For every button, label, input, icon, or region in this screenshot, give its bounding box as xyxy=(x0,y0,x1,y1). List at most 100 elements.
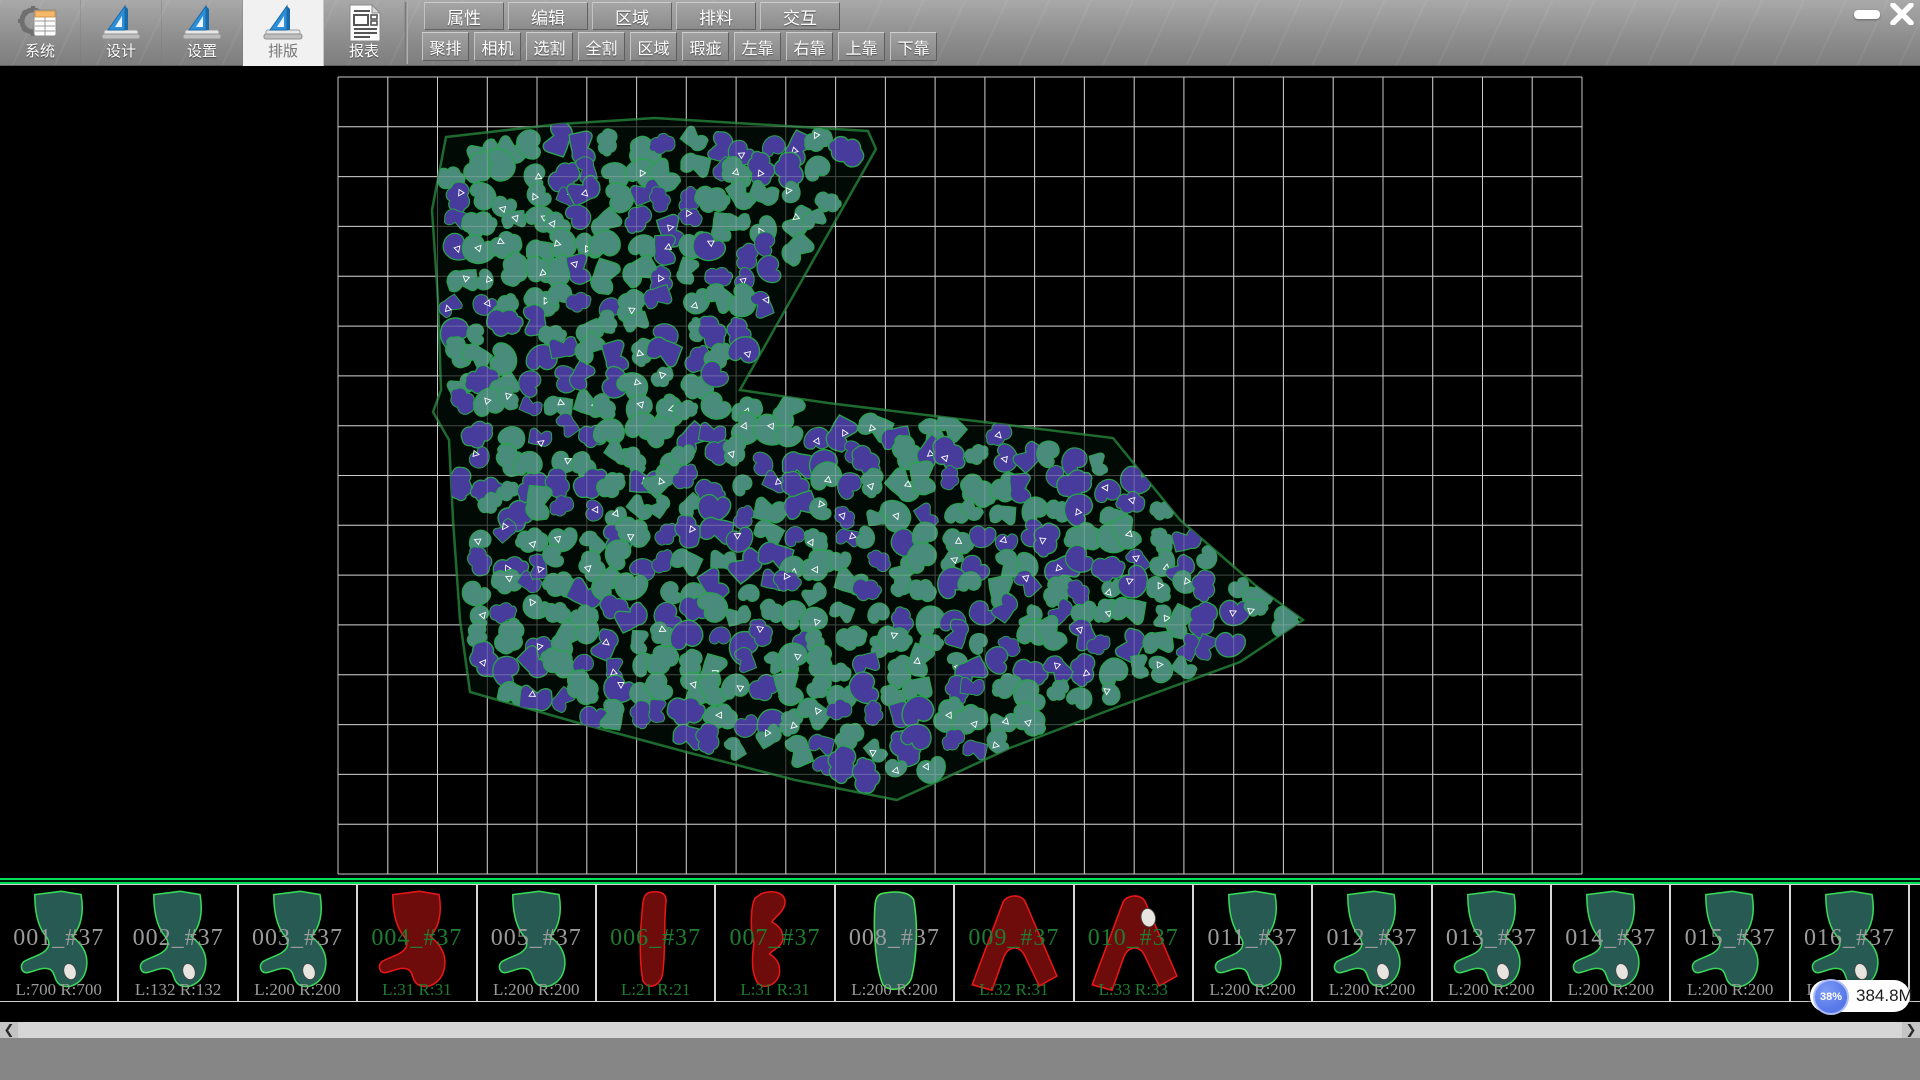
menu-button-1[interactable]: 属性 xyxy=(424,2,504,30)
menu-button-5[interactable]: 交互 xyxy=(760,2,840,30)
design-ruler-icon xyxy=(98,3,144,43)
menu-button-4[interactable]: 排料 xyxy=(676,2,756,30)
piece-lr-count: L:200 R:200 xyxy=(239,980,356,1000)
piece-thumbnail-10[interactable]: 010_#37 L:33 R:33 xyxy=(1075,885,1194,1001)
piece-thumbnail-strip: 001_#37L:700 R:700002_#37L:132 R:132003_… xyxy=(0,878,1920,1003)
piece-lr-count: L:200 R:200 xyxy=(1194,980,1311,1000)
piece-name: 009_#37 xyxy=(955,925,1072,952)
mode-button-5[interactable]: 报表 xyxy=(324,0,405,66)
main-toolbar: 系统 设计 设置 排版 报表 属性编辑区域排料交互 聚排相机选割全割区域瑕疵左靠… xyxy=(0,0,1920,66)
tool-button-5[interactable]: 区域 xyxy=(630,32,677,61)
piece-thumbnail-8[interactable]: 008_#37 L:200 R:200 xyxy=(836,885,955,1001)
piece-name: 005_#37 xyxy=(478,925,595,952)
nesting-canvas[interactable] xyxy=(0,66,1920,878)
mode-button-label: 报表 xyxy=(349,43,379,61)
system-gear-icon xyxy=(18,3,62,43)
piece-lr-count: L:200 R:200 xyxy=(1313,980,1430,1000)
piece-lr-count: L:200 R:200 xyxy=(1671,980,1788,1000)
piece-name: 010_#37 xyxy=(1075,925,1192,952)
piece-thumbnail-7[interactable]: 007_#37 L:31 R:31 xyxy=(716,885,835,1001)
menu-button-3[interactable]: 区域 xyxy=(592,2,672,30)
piece-name: 012_#37 xyxy=(1313,925,1430,952)
mode-button-row: 系统 设计 设置 排版 报表 xyxy=(0,0,405,66)
nesting-ruler-icon xyxy=(260,3,306,43)
piece-lr-count: L:21 R:21 xyxy=(597,980,714,1000)
piece-thumbnail-15[interactable]: 015_#37 L:200 R:200 xyxy=(1671,885,1790,1001)
horizontal-scrollbar[interactable]: ❮ ❯ xyxy=(0,1022,1920,1038)
piece-thumbnail-2[interactable]: 002_#37 L:132 R:132 xyxy=(119,885,238,1001)
thumbnail-tiles: 001_#37L:700 R:700002_#37L:132 R:132003_… xyxy=(0,884,1920,1002)
piece-lr-count: L:200 R:200 xyxy=(836,980,953,1000)
piece-lr-count: L:31 R:31 xyxy=(716,980,833,1000)
piece-lr-count: L:31 R:31 xyxy=(358,980,475,1000)
piece-name: 014_#37 xyxy=(1552,925,1669,952)
piece-name: 008_#37 xyxy=(836,925,953,952)
piece-thumbnail-6[interactable]: 006_#37 L:21 R:21 xyxy=(597,885,716,1001)
settings-ruler-icon xyxy=(179,3,225,43)
piece-name: 003_#37 xyxy=(239,925,356,952)
piece-thumbnail-14[interactable]: 014_#37 L:200 R:200 xyxy=(1552,885,1671,1001)
tool-button-1[interactable]: 聚排 xyxy=(422,32,469,61)
status-bar xyxy=(0,1038,1920,1080)
minimize-icon[interactable] xyxy=(1854,10,1880,19)
piece-name: 002_#37 xyxy=(119,925,236,952)
piece-thumbnail-12[interactable]: 012_#37 L:200 R:200 xyxy=(1313,885,1432,1001)
piece-name: 007_#37 xyxy=(716,925,833,952)
close-icon[interactable] xyxy=(1890,3,1914,25)
mode-button-1[interactable]: 系统 xyxy=(0,0,81,66)
piece-thumbnail-11[interactable]: 011_#37 L:200 R:200 xyxy=(1194,885,1313,1001)
mode-button-label: 设计 xyxy=(106,43,136,61)
piece-thumbnail-3[interactable]: 003_#37 L:200 R:200 xyxy=(239,885,358,1001)
memory-value: 384.8M xyxy=(1856,980,1908,1012)
tool-button-row: 聚排相机选割全割区域瑕疵左靠右靠上靠下靠 xyxy=(422,32,937,61)
piece-name: 006_#37 xyxy=(597,925,714,952)
piece-lr-count: L:132 R:132 xyxy=(119,980,236,1000)
menu-button-row: 属性编辑区域排料交互 xyxy=(424,2,840,30)
piece-lr-count: L:700 R:700 xyxy=(0,980,117,1000)
application-window: 系统 设计 设置 排版 报表 属性编辑区域排料交互 聚排相机选割全割区域瑕疵左靠… xyxy=(0,0,1920,1080)
tool-button-8[interactable]: 右靠 xyxy=(786,32,833,61)
menu-button-2[interactable]: 编辑 xyxy=(508,2,588,30)
piece-thumbnail-5[interactable]: 005_#37 L:200 R:200 xyxy=(478,885,597,1001)
tool-button-7[interactable]: 左靠 xyxy=(734,32,781,61)
piece-thumbnail-9[interactable]: 009_#37 L:32 R:31 xyxy=(955,885,1074,1001)
tool-button-4[interactable]: 全割 xyxy=(578,32,625,61)
report-doc-icon xyxy=(344,3,384,43)
piece-thumbnail-13[interactable]: 013_#37 L:200 R:200 xyxy=(1433,885,1552,1001)
window-controls xyxy=(1854,2,1914,26)
piece-lr-count: L:32 R:31 xyxy=(955,980,1072,1000)
mode-button-4[interactable]: 排版 xyxy=(243,0,324,66)
strip-gap xyxy=(0,1003,1920,1022)
nesting-canvas-svg xyxy=(0,66,1920,878)
piece-lr-count: L:200 R:200 xyxy=(478,980,595,1000)
piece-lr-count: L:200 R:200 xyxy=(1552,980,1669,1000)
mode-button-label: 系统 xyxy=(25,43,55,61)
piece-lr-count: L:33 R:33 xyxy=(1075,980,1192,1000)
piece-name: 011_#37 xyxy=(1194,925,1311,952)
tool-button-3[interactable]: 选割 xyxy=(526,32,573,61)
scroll-left-icon[interactable]: ❮ xyxy=(0,1022,18,1038)
mode-button-3[interactable]: 设置 xyxy=(162,0,243,66)
piece-name: 015_#37 xyxy=(1671,925,1788,952)
piece-thumbnail-4[interactable]: 004_#37 L:31 R:31 xyxy=(358,885,477,1001)
tool-button-6[interactable]: 瑕疵 xyxy=(682,32,729,61)
progress-badge: 38% 384.8M xyxy=(1808,978,1918,1020)
piece-name: 001_#37 xyxy=(0,925,117,952)
tool-button-2[interactable]: 相机 xyxy=(474,32,521,61)
piece-lr-count: L:200 R:200 xyxy=(1433,980,1550,1000)
progress-percent: 38% xyxy=(1820,991,1842,1003)
mode-button-label: 排版 xyxy=(268,43,298,61)
tool-button-9[interactable]: 上靠 xyxy=(838,32,885,61)
tool-button-10[interactable]: 下靠 xyxy=(890,32,937,61)
scrollbar-track[interactable] xyxy=(18,1022,1902,1038)
piece-name: 016_#37 xyxy=(1791,925,1908,952)
progress-circle: 38% xyxy=(1813,979,1849,1015)
piece-name: 0 xyxy=(1910,925,1920,952)
mode-button-label: 设置 xyxy=(187,43,217,61)
piece-name: 013_#37 xyxy=(1433,925,1550,952)
piece-thumbnail-1[interactable]: 001_#37 L:700 R:700 xyxy=(0,885,119,1001)
piece-name: 004_#37 xyxy=(358,925,475,952)
scroll-right-icon[interactable]: ❯ xyxy=(1902,1022,1920,1038)
mode-button-2[interactable]: 设计 xyxy=(81,0,162,66)
toolbar-divider xyxy=(405,2,408,64)
